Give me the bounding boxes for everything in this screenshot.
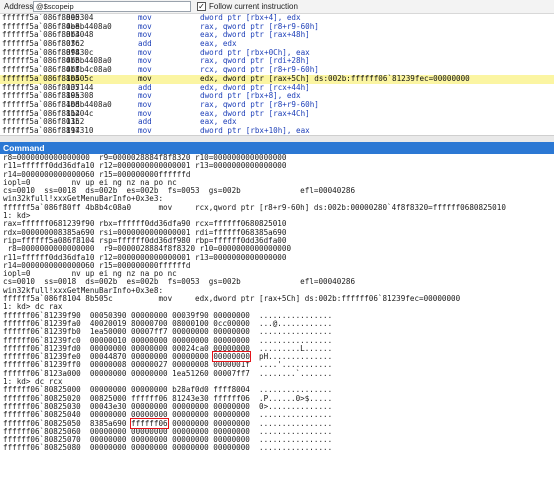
disasm-operands: dword ptr [rbx+10h], eax xyxy=(200,125,310,135)
command-panel-title: Command xyxy=(3,143,45,153)
pane-splitter[interactable] xyxy=(0,135,554,142)
disasm-mnemonic: mov xyxy=(138,125,152,135)
command-output-line: ffffff06`8123a000 00000000 00000000 1ea5… xyxy=(3,369,554,378)
follow-instruction-label[interactable]: Follow current instruction xyxy=(209,2,298,11)
address-input[interactable]: @$scopeip xyxy=(33,1,191,12)
command-output-line: ffffff5a`086f80ff 4b8b4c08a0 mov rcx,qwo… xyxy=(3,202,554,212)
output-text: ffffff06`80825080 00000000 00000000 0000… xyxy=(3,443,333,453)
command-output-line: ffffff5a`086f8104 8b505c mov edx,dword p… xyxy=(3,294,554,304)
output-text: ffffff5a`086f80ff 4b8b4c08a0 mov rcx,qwo… xyxy=(3,202,506,212)
disasm-row[interactable]: ffffff5a`086f8117 894310 mov dword ptr [rbx… xyxy=(0,125,554,135)
output-text: ffffff5a`086f8104 8b505c mov edx,dword p… xyxy=(3,294,461,304)
command-output-line: ffffff06`80825080 00000000 00000000 0000… xyxy=(3,444,554,452)
disassembly-view[interactable]: ffffff5a`086f80e0 895304 mov dword ptr [rbx… xyxy=(0,14,554,135)
follow-instruction-checkbox[interactable]: ✓ xyxy=(197,2,206,11)
disasm-bytes: 894310 xyxy=(66,125,94,135)
address-bar: Address: @$scopeip ✓ Follow current inst… xyxy=(0,0,554,14)
address-label: Address: xyxy=(4,2,36,11)
command-output[interactable]: r8=0000000000000000 r9=0000028884f8f8320… xyxy=(0,154,554,477)
command-panel-header: Command xyxy=(0,142,554,154)
